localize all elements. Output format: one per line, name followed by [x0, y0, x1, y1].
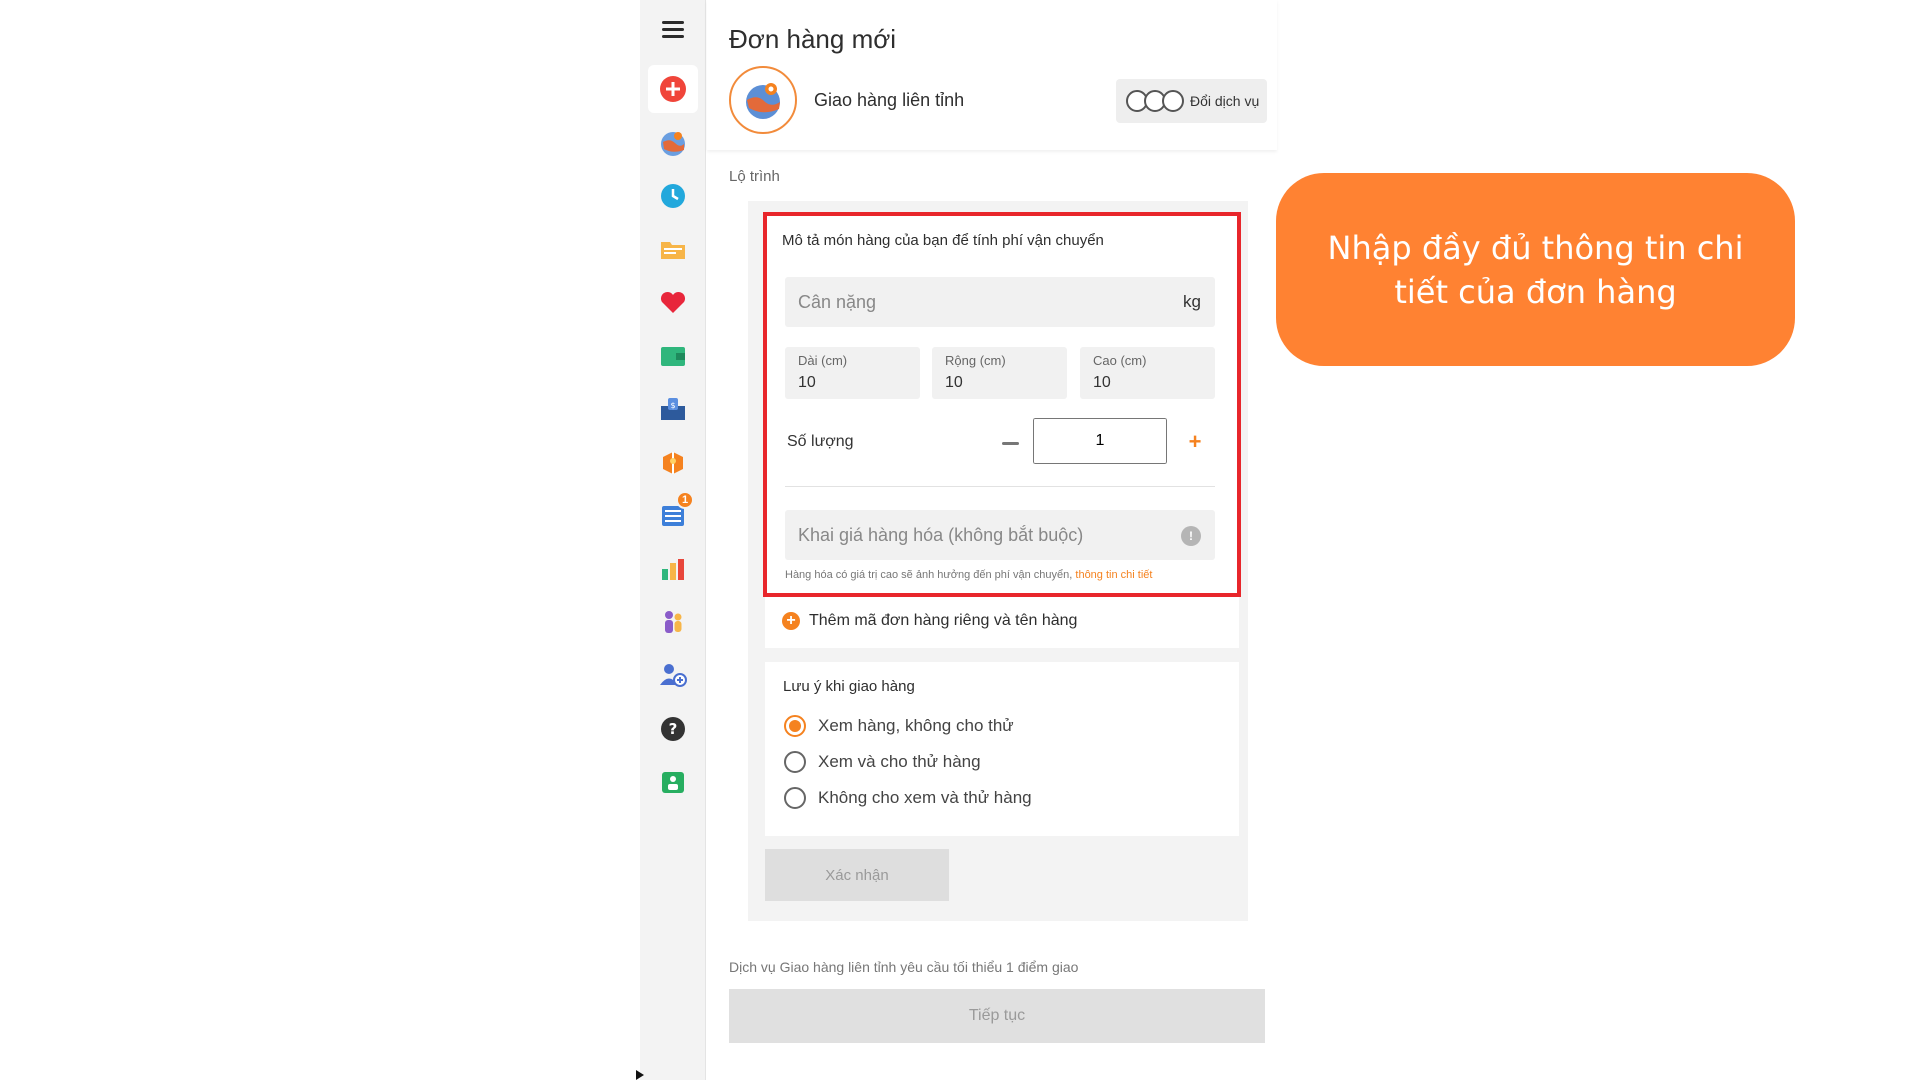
height-input[interactable] [1093, 372, 1203, 394]
sidebar-item-team[interactable] [648, 598, 698, 646]
delivery-note-card: Lưu ý khi giao hàng Xem hàng, không cho … [765, 662, 1239, 836]
add-circle-icon: + [782, 612, 800, 630]
width-label: Rộng (cm) [945, 353, 1006, 368]
delivery-option-label: Xem và cho thử hàng [818, 752, 981, 771]
radio-checked[interactable] [784, 715, 806, 737]
sidebar-item-statistics[interactable] [648, 545, 698, 593]
service-icon [729, 66, 797, 134]
new-order-panel: Đơn hàng mới Giao hàng liên tỉnh Đổi dịc… [707, 0, 1277, 1080]
instruction-callout-text: Nhập đầy đủ thông tin chi tiết của đơn h… [1327, 228, 1744, 311]
length-input[interactable] [798, 372, 908, 394]
declared-value-input[interactable] [798, 510, 1168, 560]
length-field[interactable]: Dài (cm) [785, 347, 920, 399]
height-label: Cao (cm) [1093, 353, 1147, 368]
quantity-increase-button[interactable]: + [1182, 429, 1208, 455]
change-service-button[interactable]: Đổi dịch vụ [1116, 79, 1267, 123]
notification-badge: 1 [676, 491, 694, 509]
people-icon [665, 611, 682, 633]
wallet-icon [661, 347, 685, 366]
sidebar-item-delivery[interactable] [648, 119, 698, 167]
sidebar: $ 1 ? [640, 0, 706, 1080]
radio-unchecked[interactable] [784, 787, 806, 809]
hamburger-menu-icon[interactable] [662, 21, 684, 43]
create-order-icon [660, 76, 686, 102]
quantity-label: Số lượng [787, 433, 854, 450]
delivery-option-label: Không cho xem và thử hàng [818, 788, 1032, 807]
width-field[interactable]: Rộng (cm) [932, 347, 1067, 399]
delivery-note-title: Lưu ý khi giao hàng [783, 678, 915, 695]
quantity-field[interactable] [1033, 418, 1167, 464]
page-title: Đơn hàng mới [729, 24, 897, 54]
route-label: Lộ trình [729, 168, 780, 185]
requirement-note: Dịch vụ Giao hàng liên tỉnh yêu cầu tối … [729, 959, 1079, 975]
badge-id-icon [662, 772, 684, 793]
sidebar-item-create-order[interactable] [648, 65, 698, 113]
weight-unit: kg [1183, 292, 1201, 311]
height-field[interactable]: Cao (cm) [1080, 347, 1215, 399]
sidebar-item-help[interactable]: ? [648, 705, 698, 753]
width-input[interactable] [945, 372, 1055, 394]
delivery-option-view-no-try[interactable]: Xem hàng, không cho thử [784, 715, 1014, 737]
add-contact-icon [660, 664, 687, 687]
help-icon: ? [661, 717, 685, 741]
folder-icon [661, 242, 685, 259]
divider [785, 486, 1215, 487]
weight-field[interactable]: kg [785, 277, 1215, 327]
item-description-title: Mô tả món hàng của bạn để tính phí vận c… [782, 232, 1104, 249]
sidebar-item-documents[interactable] [648, 225, 698, 273]
length-label: Dài (cm) [798, 353, 848, 368]
confirm-button[interactable]: Xác nhận [765, 849, 949, 901]
corner-mark [636, 1070, 644, 1080]
sidebar-item-payment[interactable]: $ [648, 385, 698, 433]
sidebar-item-add-contact[interactable] [648, 651, 698, 699]
sidebar-item-promotions[interactable] [648, 438, 698, 486]
heart-icon [660, 291, 686, 313]
sidebar-item-membership[interactable] [648, 758, 698, 806]
plus-icon: + [1188, 429, 1202, 454]
service-name: Giao hàng liên tỉnh [814, 90, 965, 110]
declared-value-note-text: Hàng hóa có giá trị cao sẽ ảnh hưởng đến… [785, 569, 1076, 581]
svg-text:?: ? [669, 720, 678, 738]
sidebar-item-history[interactable] [648, 172, 698, 220]
clock-icon [661, 184, 685, 208]
radio-unchecked[interactable] [784, 751, 806, 773]
order-header: Đơn hàng mới Giao hàng liên tỉnh Đổi dịc… [707, 0, 1277, 150]
delivery-option-no-view[interactable]: Không cho xem và thử hàng [784, 787, 1032, 809]
bar-chart-icon [662, 559, 684, 580]
add-order-code-label: Thêm mã đơn hàng riêng và tên hàng [809, 612, 1078, 629]
svg-text:$: $ [670, 401, 675, 410]
service-avatars-icon [1126, 90, 1184, 112]
quantity-input[interactable] [1033, 418, 1167, 464]
sidebar-item-wallet[interactable] [648, 332, 698, 380]
sidebar-item-favorites[interactable] [648, 278, 698, 326]
payment-inbox-icon: $ [661, 398, 685, 420]
declared-value-note: Hàng hóa có giá trị cao sẽ ảnh hưởng đến… [785, 569, 1152, 581]
details-link[interactable]: thông tin chi tiết [1075, 569, 1152, 581]
delivery-globe-icon [661, 132, 685, 156]
sidebar-item-reports[interactable]: 1 [648, 491, 698, 539]
declared-value-field[interactable]: ! [785, 510, 1215, 560]
minus-icon [1001, 441, 1019, 445]
add-order-code-button[interactable]: + Thêm mã đơn hàng riêng và tên hàng [782, 612, 1077, 630]
quantity-decrease-button[interactable] [997, 430, 1023, 456]
delivery-option-view-and-try[interactable]: Xem và cho thử hàng [784, 751, 981, 773]
info-icon[interactable]: ! [1181, 526, 1201, 546]
gift-box-icon [663, 452, 683, 474]
continue-button[interactable]: Tiếp tục [729, 989, 1265, 1043]
delivery-option-label: Xem hàng, không cho thử [818, 716, 1014, 735]
instruction-callout: Nhập đầy đủ thông tin chi tiết của đơn h… [1276, 173, 1795, 366]
change-service-label: Đổi dịch vụ [1190, 93, 1260, 109]
weight-input[interactable] [798, 277, 1158, 327]
delivery-globe-icon [746, 83, 780, 119]
